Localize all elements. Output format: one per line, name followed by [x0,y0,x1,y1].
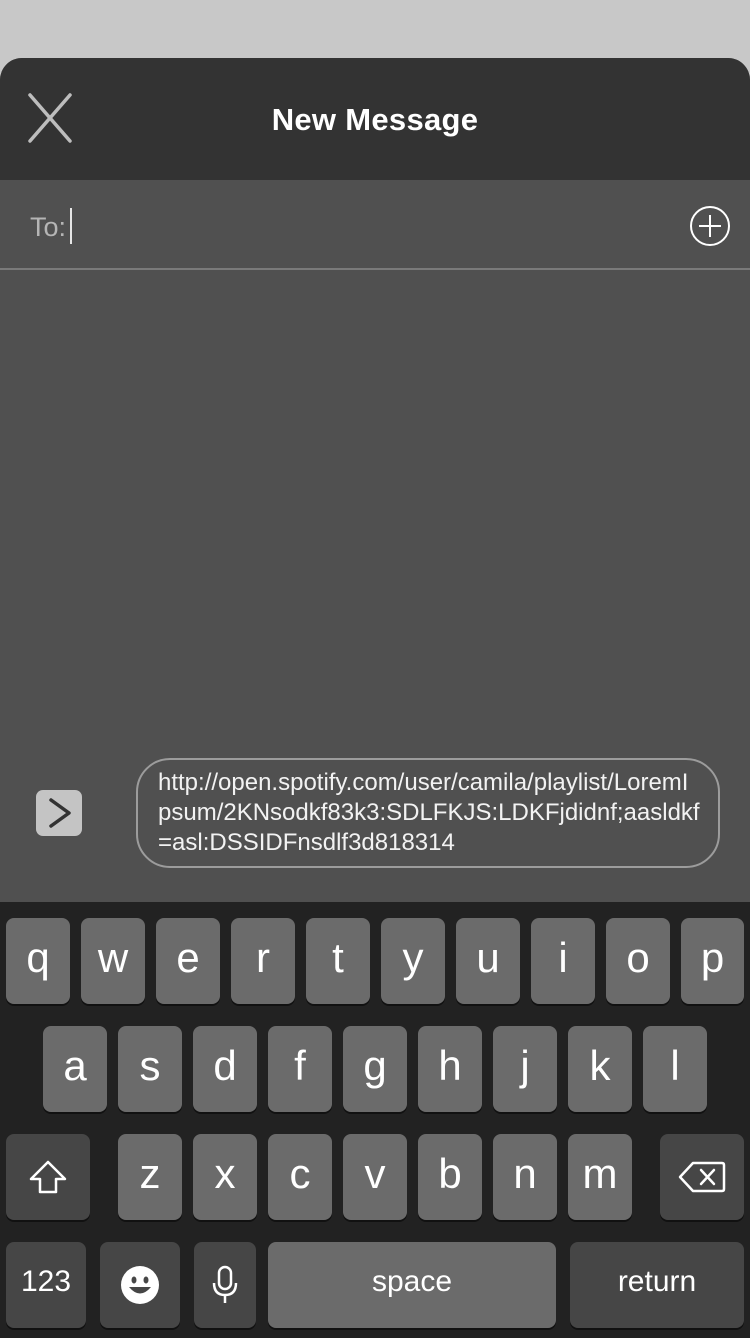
expand-apps-button[interactable] [36,790,82,836]
key-g[interactable]: g [343,1026,407,1112]
return-key[interactable]: return [570,1242,744,1328]
key-p[interactable]: p [681,918,744,1004]
recipient-row: To: [0,180,750,270]
key-c[interactable]: c [268,1134,332,1220]
backspace-icon [678,1161,726,1193]
key-v[interactable]: v [343,1134,407,1220]
add-contact-icon [690,206,730,246]
key-w[interactable]: w [81,918,145,1004]
key-d[interactable]: d [193,1026,257,1112]
key-r[interactable]: r [231,918,295,1004]
shift-icon [29,1160,67,1194]
emoji-key[interactable] [100,1242,180,1328]
add-contact-button[interactable] [688,204,732,248]
key-s[interactable]: s [118,1026,182,1112]
microphone-icon [212,1265,238,1303]
space-key[interactable]: space [268,1242,556,1328]
key-k[interactable]: k [568,1026,632,1112]
key-m[interactable]: m [568,1134,632,1220]
shift-key[interactable] [6,1134,90,1220]
key-f[interactable]: f [268,1026,332,1112]
key-y[interactable]: y [381,918,445,1004]
message-input[interactable]: http://open.spotify.com/user/camila/play… [136,758,720,868]
key-u[interactable]: u [456,918,520,1004]
key-h[interactable]: h [418,1026,482,1112]
key-a[interactable]: a [43,1026,107,1112]
key-t[interactable]: t [306,918,370,1004]
key-z[interactable]: z [118,1134,182,1220]
keyboard: q w e r t y u i o p a s d f g h j k l z … [0,902,750,1338]
key-i[interactable]: i [531,918,595,1004]
key-b[interactable]: b [418,1134,482,1220]
key-n[interactable]: n [493,1134,557,1220]
header-bar: New Message [0,58,750,180]
to-label: To: [30,212,67,242]
key-q[interactable]: q [6,918,70,1004]
text-cursor [70,208,72,244]
backspace-key[interactable] [660,1134,744,1220]
page-title: New Message [271,102,479,137]
chevron-right-icon [49,798,71,828]
key-e[interactable]: e [156,918,220,1004]
microphone-key[interactable] [194,1242,256,1328]
key-j[interactable]: j [493,1026,557,1112]
numbers-key[interactable]: 123 [6,1242,86,1328]
key-l[interactable]: l [643,1026,707,1112]
recipient-input[interactable] [76,202,656,248]
emoji-icon [121,1266,159,1304]
key-o[interactable]: o [606,918,670,1004]
key-x[interactable]: x [193,1134,257,1220]
